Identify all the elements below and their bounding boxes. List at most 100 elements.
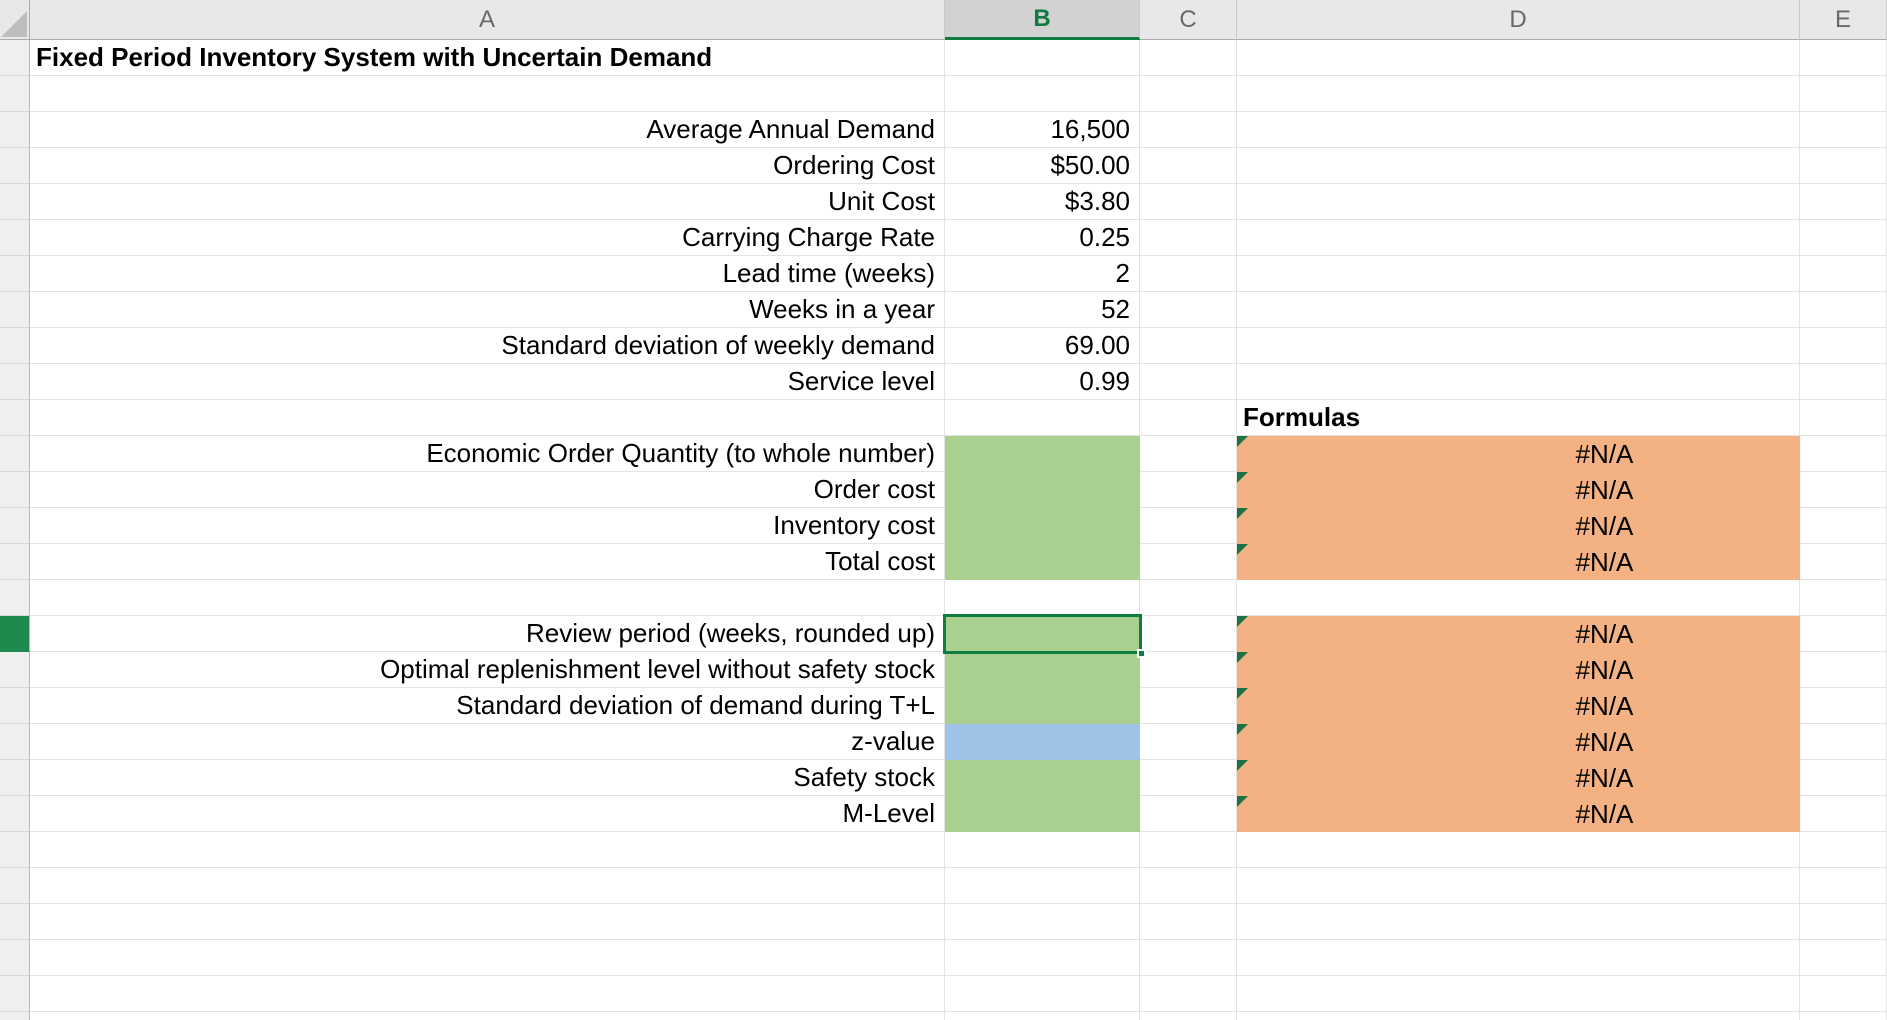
select-all-corner[interactable] — [0, 0, 30, 40]
cell-D27[interactable] — [1237, 976, 1800, 1012]
cell-B9[interactable]: 69.00 — [945, 328, 1140, 364]
cell-C20[interactable] — [1140, 724, 1237, 760]
cell-E1[interactable] — [1800, 40, 1887, 76]
cell-C8[interactable] — [1140, 292, 1237, 328]
row-header-8[interactable] — [0, 292, 30, 328]
row-header-9[interactable] — [0, 328, 30, 364]
cell-D10[interactable] — [1237, 364, 1800, 400]
cell-D2[interactable] — [1237, 76, 1800, 112]
cell-E23[interactable] — [1800, 832, 1887, 868]
cell-D7[interactable] — [1237, 256, 1800, 292]
cell-C21[interactable] — [1140, 760, 1237, 796]
cell-D20[interactable]: #N/A — [1237, 724, 1800, 760]
cell-E22[interactable] — [1800, 796, 1887, 832]
row-header-17[interactable] — [0, 616, 30, 652]
cell-C24[interactable] — [1140, 868, 1237, 904]
row-header-3[interactable] — [0, 112, 30, 148]
row-header-18[interactable] — [0, 652, 30, 688]
cell-C4[interactable] — [1140, 148, 1237, 184]
cell-E10[interactable] — [1800, 364, 1887, 400]
cell-C28[interactable] — [1140, 1012, 1237, 1020]
cell-A13[interactable]: Order cost — [30, 472, 945, 508]
cell-B17[interactable] — [943, 614, 1146, 658]
cell-D28[interactable] — [1237, 1012, 1800, 1020]
fill-handle[interactable] — [1137, 649, 1146, 658]
cell-C22[interactable] — [1140, 796, 1237, 832]
cell-A22[interactable]: M-Level — [30, 796, 945, 832]
cell-E3[interactable] — [1800, 112, 1887, 148]
cell-E7[interactable] — [1800, 256, 1887, 292]
cell-D15[interactable]: #N/A — [1237, 544, 1800, 580]
cell-A17[interactable]: Review period (weeks, rounded up) — [30, 616, 945, 652]
row-header-19[interactable] — [0, 688, 30, 724]
row-header-25[interactable] — [0, 904, 30, 940]
cell-B2[interactable] — [945, 76, 1140, 112]
cell-A19[interactable]: Standard deviation of demand during T+L — [30, 688, 945, 724]
cell-B12[interactable] — [945, 436, 1140, 472]
cell-B5[interactable]: $3.80 — [945, 184, 1140, 220]
cell-C5[interactable] — [1140, 184, 1237, 220]
cell-A23[interactable] — [30, 832, 945, 868]
cell-D17[interactable]: #N/A — [1237, 616, 1800, 652]
cell-D11[interactable]: Formulas — [1237, 400, 1800, 436]
cell-C16[interactable] — [1140, 580, 1237, 616]
cell-E19[interactable] — [1800, 688, 1887, 724]
cell-E9[interactable] — [1800, 328, 1887, 364]
cell-C10[interactable] — [1140, 364, 1237, 400]
cell-B13[interactable] — [945, 472, 1140, 508]
cell-D24[interactable] — [1237, 868, 1800, 904]
row-header-2[interactable] — [0, 76, 30, 112]
cell-D22[interactable]: #N/A — [1237, 796, 1800, 832]
cell-A1[interactable]: Fixed Period Inventory System with Uncer… — [30, 40, 945, 76]
cell-A9[interactable]: Standard deviation of weekly demand — [30, 328, 945, 364]
cell-E13[interactable] — [1800, 472, 1887, 508]
cell-B3[interactable]: 16,500 — [945, 112, 1140, 148]
cell-C2[interactable] — [1140, 76, 1237, 112]
cell-D26[interactable] — [1237, 940, 1800, 976]
row-header-11[interactable] — [0, 400, 30, 436]
cell-E16[interactable] — [1800, 580, 1887, 616]
row-header-12[interactable] — [0, 436, 30, 472]
column-header-C[interactable]: C — [1140, 0, 1237, 40]
cell-B15[interactable] — [945, 544, 1140, 580]
cell-B18[interactable] — [945, 652, 1140, 688]
cell-A27[interactable] — [30, 976, 945, 1012]
cell-E15[interactable] — [1800, 544, 1887, 580]
cell-C19[interactable] — [1140, 688, 1237, 724]
cell-A21[interactable]: Safety stock — [30, 760, 945, 796]
cell-D9[interactable] — [1237, 328, 1800, 364]
row-header-13[interactable] — [0, 472, 30, 508]
cell-A12[interactable]: Economic Order Quantity (to whole number… — [30, 436, 945, 472]
cell-B22[interactable] — [945, 796, 1140, 832]
row-header-10[interactable] — [0, 364, 30, 400]
cell-C1[interactable] — [1140, 40, 1237, 76]
cell-C27[interactable] — [1140, 976, 1237, 1012]
cell-D13[interactable]: #N/A — [1237, 472, 1800, 508]
cell-D12[interactable]: #N/A — [1237, 436, 1800, 472]
row-header-16[interactable] — [0, 580, 30, 616]
cell-C12[interactable] — [1140, 436, 1237, 472]
cell-E21[interactable] — [1800, 760, 1887, 796]
cell-C3[interactable] — [1140, 112, 1237, 148]
cell-C6[interactable] — [1140, 220, 1237, 256]
row-header-21[interactable] — [0, 760, 30, 796]
cell-A7[interactable]: Lead time (weeks) — [30, 256, 945, 292]
cell-B6[interactable]: 0.25 — [945, 220, 1140, 256]
cell-D8[interactable] — [1237, 292, 1800, 328]
cell-C17[interactable] — [1140, 616, 1237, 652]
cell-B24[interactable] — [945, 868, 1140, 904]
row-header-4[interactable] — [0, 148, 30, 184]
cell-C15[interactable] — [1140, 544, 1237, 580]
cell-B27[interactable] — [945, 976, 1140, 1012]
cell-B25[interactable] — [945, 904, 1140, 940]
cell-E11[interactable] — [1800, 400, 1887, 436]
cell-E6[interactable] — [1800, 220, 1887, 256]
cell-E18[interactable] — [1800, 652, 1887, 688]
cell-D18[interactable]: #N/A — [1237, 652, 1800, 688]
cell-D16[interactable] — [1237, 580, 1800, 616]
cell-C11[interactable] — [1140, 400, 1237, 436]
cell-B8[interactable]: 52 — [945, 292, 1140, 328]
row-header-6[interactable] — [0, 220, 30, 256]
cell-B16[interactable] — [945, 580, 1140, 616]
cell-E5[interactable] — [1800, 184, 1887, 220]
